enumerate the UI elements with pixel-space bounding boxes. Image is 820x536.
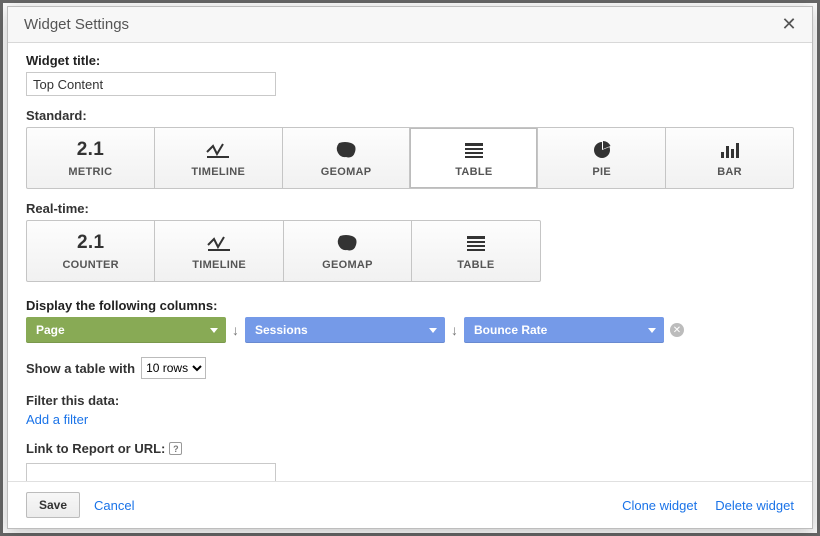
standard-label: Standard: [26, 108, 794, 123]
realtime-type-table[interactable]: TABLE [412, 221, 539, 281]
row-count-row: Show a table with 5 rows10 rows25 rows [26, 357, 794, 379]
pie-icon [589, 139, 615, 161]
widget-type-label: PIE [592, 166, 611, 178]
bar-icon [717, 139, 743, 161]
clone-widget-link[interactable]: Clone widget [622, 498, 697, 513]
dimension-select[interactable]: Page [26, 317, 226, 343]
chevron-down-icon [429, 328, 437, 333]
metric2-select[interactable]: Bounce Rate [464, 317, 664, 343]
widget-type-label: TABLE [457, 259, 494, 271]
widget-type-label: TABLE [455, 166, 492, 178]
row-count-select[interactable]: 5 rows10 rows25 rows [141, 357, 206, 379]
realtime-type-counter[interactable]: 2.1 COUNTER [27, 221, 155, 281]
widget-type-label: GEOMAP [321, 166, 372, 178]
columns-label: Display the following columns: [26, 298, 794, 313]
link-report-label-row: Link to Report or URL: ? [26, 441, 794, 456]
close-button[interactable]: ✕ [774, 10, 804, 40]
widget-type-label: TIMELINE [192, 259, 246, 271]
timeline-icon [205, 139, 231, 161]
realtime-type-geomap[interactable]: GEOMAP [284, 221, 412, 281]
link-report-label: Link to Report or URL: [26, 441, 165, 456]
standard-type-bar[interactable]: BAR [666, 128, 793, 188]
arrow-down-icon: ↓ [451, 322, 458, 338]
table-icon [463, 232, 489, 254]
realtime-type-timeline[interactable]: TIMELINE [155, 221, 283, 281]
delete-widget-link[interactable]: Delete widget [715, 498, 794, 513]
columns-row: Page ↓ Sessions ↓ Bounce Rate ✕ [26, 317, 794, 343]
chevron-down-icon [210, 328, 218, 333]
widget-settings-dialog: Widget Settings ✕ Widget title: Standard… [7, 6, 813, 529]
add-filter-link[interactable]: Add a filter [26, 412, 794, 427]
metric-icon: 2.1 [77, 232, 104, 254]
metric-icon: 2.1 [77, 139, 104, 161]
standard-type-metric[interactable]: 2.1 METRIC [27, 128, 155, 188]
chevron-down-icon [648, 328, 656, 333]
standard-type-table[interactable]: TABLE [410, 128, 538, 188]
dialog-body: Widget title: Standard: 2.1 METRIC TIMELIN… [8, 43, 812, 481]
realtime-label: Real-time: [26, 201, 794, 216]
timeline-icon [206, 232, 232, 254]
widget-type-label: METRIC [68, 166, 112, 178]
widget-type-label: TIMELINE [191, 166, 245, 178]
remove-column-button[interactable]: ✕ [670, 323, 684, 337]
realtime-type-row: 2.1 COUNTER TIMELINE GEOMAP TABLE [26, 220, 541, 282]
filter-label: Filter this data: [26, 393, 794, 408]
metric1-select[interactable]: Sessions [245, 317, 445, 343]
metric2-value: Bounce Rate [474, 323, 547, 337]
widget-type-label: GEOMAP [322, 259, 373, 271]
cancel-link[interactable]: Cancel [94, 498, 134, 513]
dialog-header: Widget Settings ✕ [8, 7, 812, 43]
table-icon [461, 139, 487, 161]
metric1-value: Sessions [255, 323, 308, 337]
help-icon[interactable]: ? [169, 442, 182, 455]
arrow-down-icon: ↓ [232, 322, 239, 338]
close-icon: ✕ [781, 14, 796, 35]
widget-title-label: Widget title: [26, 53, 794, 68]
widget-title-input[interactable] [26, 72, 276, 96]
widget-type-label: BAR [717, 166, 742, 178]
dialog-footer: Save Cancel Clone widget Delete widget [8, 481, 812, 528]
save-button[interactable]: Save [26, 492, 80, 518]
standard-type-row: 2.1 METRIC TIMELINE GEOMAP TABLE PIE BAR [26, 127, 794, 189]
standard-type-geomap[interactable]: GEOMAP [283, 128, 411, 188]
row-count-label: Show a table with [26, 361, 135, 376]
widget-type-label: COUNTER [62, 259, 119, 271]
standard-type-timeline[interactable]: TIMELINE [155, 128, 283, 188]
standard-type-pie[interactable]: PIE [538, 128, 666, 188]
link-report-input[interactable] [26, 463, 276, 481]
geomap-icon [334, 232, 360, 254]
dialog-title: Widget Settings [24, 16, 774, 33]
dimension-value: Page [36, 323, 65, 337]
geomap-icon [333, 139, 359, 161]
